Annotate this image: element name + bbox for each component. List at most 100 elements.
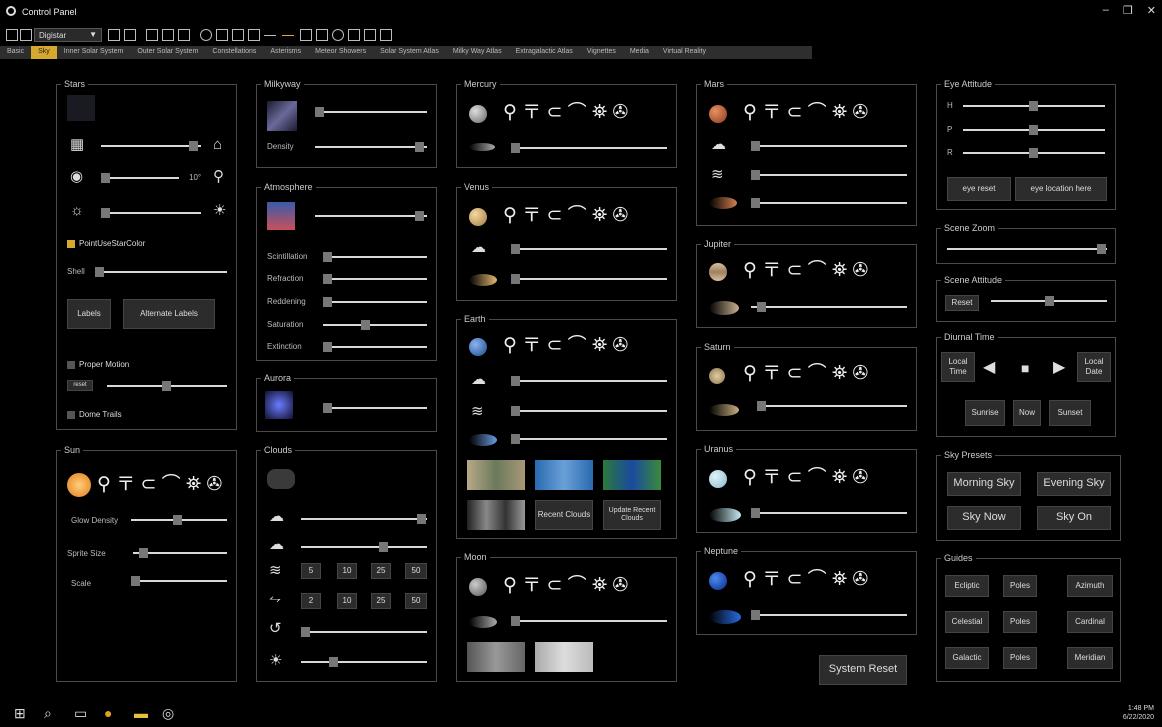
sky-on-button[interactable]: Sky On [1037,506,1111,530]
wind-2-button[interactable]: 2 [301,593,321,609]
neptune-action-icons[interactable]: ⚲ 〒 ⊂ ⌒ ⛯ ✇ [743,570,868,590]
saturn-thumbnail[interactable] [709,368,725,384]
eye-location-here-button[interactable]: eye location here [1015,177,1107,201]
wind-25-button[interactable]: 25 [371,593,391,609]
tab-inner-solar-system[interactable]: Inner Solar System [57,46,131,59]
uranus-action-icons[interactable]: ⚲ 〒 ⊂ ⌒ ⛯ ✇ [743,468,868,488]
tab-outer-solar-system[interactable]: Outer Solar System [130,46,205,59]
cloud-thickness-slider[interactable] [301,542,427,552]
extinction-slider[interactable] [323,342,427,352]
system-select[interactable]: Digistar ▼ [34,28,102,42]
system-reset-button[interactable]: System Reset [819,655,907,685]
range-slider-icon[interactable] [282,35,294,36]
earth-texture-3[interactable] [603,460,661,490]
venus-action-icons[interactable]: ⚲ 〒 ⊂ ⌒ ⛯ ✇ [503,206,628,226]
local-date-button[interactable]: Local Date [1077,352,1111,382]
mars-dust-slider[interactable] [751,170,907,180]
stop-icon[interactable]: ■ [1021,360,1029,376]
pitch-slider[interactable] [963,125,1105,135]
windows-start-icon[interactable]: ⊞ [14,705,26,722]
sunset-button[interactable]: Sunset [1049,400,1091,426]
roll-slider[interactable] [963,148,1105,158]
calculator-icon[interactable] [380,29,392,41]
proper-motion-checkbox[interactable] [67,361,75,369]
heading-slider[interactable] [963,101,1105,111]
cloud-cover-slider[interactable] [301,514,427,524]
scene-attitude-reset-button[interactable]: Reset [945,295,979,311]
image-icon[interactable] [364,29,376,41]
local-time-button[interactable]: Local Time [941,352,975,382]
mercury-thumbnail[interactable] [469,105,487,123]
rewind-icon[interactable]: ◀ [983,360,995,376]
round-button-icon[interactable] [200,29,212,41]
cardinal-button[interactable]: Cardinal [1067,611,1113,633]
script-icon[interactable] [124,29,136,41]
galactic-button[interactable]: Galactic [945,647,989,669]
file-explorer-icon[interactable]: ▬ [134,705,148,721]
jupiter-thumbnail[interactable] [709,263,727,281]
dome-trails-checkbox[interactable] [67,411,75,419]
tab-extragalactic-atlas[interactable]: Extragalactic Atlas [509,46,580,59]
reddening-slider[interactable] [323,297,427,307]
celestial-poles-button[interactable]: Poles [1003,611,1037,633]
minimize-button[interactable]: – [1103,4,1109,17]
rectangle-icon[interactable] [316,29,328,41]
mercury-scale-slider[interactable] [511,143,667,153]
earth-texture-1[interactable] [467,460,525,490]
task-view-icon[interactable]: ▭ [74,705,87,722]
sprite-size-slider[interactable] [133,548,227,558]
tab-meteor-showers[interactable]: Meteor Showers [308,46,373,59]
eye-reset-button[interactable]: eye reset [947,177,1011,201]
mars-action-icons[interactable]: ⚲ 〒 ⊂ ⌒ ⛯ ✇ [743,103,868,123]
venus-clouds-slider[interactable] [511,244,667,254]
sun-action-icons[interactable]: ⚲ 〒 ⊂ ⌒ ⛯ ✇ [97,475,222,495]
celestial-button[interactable]: Celestial [945,611,989,633]
milkyway-density-slider[interactable] [315,142,427,152]
hand-icon[interactable] [162,29,174,41]
document-icon[interactable] [108,29,120,41]
uranus-scale-slider[interactable] [751,508,907,518]
moon-action-icons[interactable]: ⚲ 〒 ⊂ ⌒ ⛯ ✇ [503,576,628,596]
saturn-scale-slider[interactable] [757,401,907,411]
stars-magnitude-slider[interactable] [101,173,179,183]
stars-brightness-slider[interactable] [101,141,201,151]
earth-cloud-texture[interactable] [467,500,525,530]
saturation-slider[interactable] [323,320,427,330]
uranus-thumbnail[interactable] [709,470,727,488]
saturn-action-icons[interactable]: ⚲ 〒 ⊂ ⌒ ⛯ ✇ [743,364,868,384]
tab-media[interactable]: Media [623,46,656,59]
ellipse-icon[interactable] [332,29,344,41]
tab-constellations[interactable]: Constellations [205,46,263,59]
aurora-thumbnail[interactable] [265,391,293,419]
update-recent-clouds-button[interactable]: Update Recent Clouds [603,500,661,530]
textbox-icon[interactable] [216,29,228,41]
cloud-speed-50-button[interactable]: 50 [405,563,427,579]
slider-icon[interactable] [264,35,276,36]
cloud-speed-25-button[interactable]: 25 [371,563,391,579]
atmosphere-slider[interactable] [315,211,427,221]
tab-virtual-reality[interactable]: Virtual Reality [656,46,713,59]
move-icon[interactable] [178,29,190,41]
atmosphere-thumbnail[interactable] [267,202,295,230]
checkbox-icon[interactable] [300,29,312,41]
earth-haze-slider[interactable] [511,406,667,416]
earth-scale-slider[interactable] [511,434,667,444]
scintillation-slider[interactable] [323,252,427,262]
maximize-button[interactable]: ❐ [1123,4,1133,17]
open-panel-icon[interactable] [20,29,32,41]
scene-zoom-slider[interactable] [947,244,1107,254]
tab-asterisms[interactable]: Asterisms [263,46,308,59]
search-icon[interactable]: ⌕ [44,705,52,722]
play-icon[interactable]: ▶ [1053,360,1065,376]
shell-slider[interactable] [95,267,227,277]
earth-texture-2[interactable] [535,460,593,490]
chrome-icon[interactable]: ● [104,705,112,721]
new-panel-icon[interactable] [6,29,18,41]
ecliptic-poles-button[interactable]: Poles [1003,575,1037,597]
refraction-slider[interactable] [323,274,427,284]
moon-texture-1[interactable] [467,642,525,672]
close-button[interactable]: ✕ [1147,4,1156,17]
wind-10-button[interactable]: 10 [337,593,357,609]
sky-now-button[interactable]: Sky Now [947,506,1021,530]
recent-clouds-button[interactable]: Recent Clouds [535,500,593,530]
